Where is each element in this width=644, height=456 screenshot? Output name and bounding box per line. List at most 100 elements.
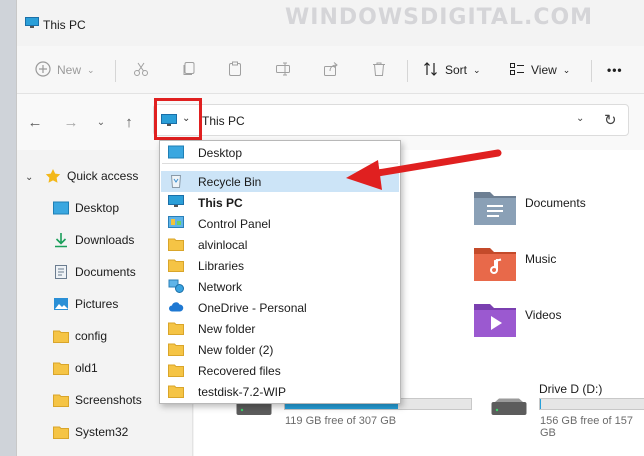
sidebar-item-label: Quick access	[67, 169, 139, 183]
sidebar-item-label: Documents	[75, 265, 136, 279]
recent-locations-button[interactable]: ⌄	[91, 112, 111, 132]
network-icon	[168, 279, 184, 293]
folder-icon	[53, 360, 69, 376]
folder-documents[interactable]: Documents	[473, 188, 586, 229]
toolbar-divider	[591, 60, 592, 82]
view-list-icon	[509, 61, 525, 80]
videos-folder-icon	[473, 300, 517, 341]
folder-label: Music	[525, 251, 557, 266]
address-bar[interactable]: ⌄ This PC ⌄ ↻	[153, 104, 629, 136]
dropdown-item-desktop[interactable]: Desktop	[161, 142, 399, 163]
sidebar-item-label: Screenshots	[75, 393, 142, 407]
star-icon	[45, 168, 61, 184]
folder-music[interactable]: Music	[473, 244, 556, 285]
folder-icon	[168, 384, 184, 398]
pc-icon	[168, 195, 184, 209]
drive-icon	[491, 398, 527, 419]
pc-icon	[25, 17, 39, 32]
trash-icon	[371, 61, 387, 80]
window-title: This PC	[43, 18, 86, 32]
recycle-bin-icon	[168, 174, 184, 188]
sort-button[interactable]: Sort ⌄	[423, 58, 481, 82]
up-button[interactable]: ↑	[119, 112, 139, 132]
toolbar-divider	[115, 60, 116, 82]
delete-button[interactable]	[371, 58, 387, 82]
sort-label: Sort	[445, 63, 468, 77]
folder-icon	[168, 258, 184, 272]
cloud-icon	[168, 300, 184, 314]
drive-usage-fill	[540, 399, 542, 409]
chevron-down-icon: ⌄	[562, 64, 571, 75]
more-dots-icon: •••	[607, 63, 623, 77]
address-dropdown-button[interactable]: ⌄	[576, 113, 584, 124]
sidebar-item-label: Downloads	[75, 233, 135, 247]
dropdown-item-label: Recycle Bin	[198, 175, 262, 189]
more-options-button[interactable]: •••	[607, 58, 623, 82]
dropdown-item-onedrive[interactable]: OneDrive - Personal	[161, 297, 399, 318]
forward-button[interactable]: →	[61, 112, 81, 132]
desktop-folder-icon	[168, 145, 184, 159]
dropdown-item-label: Control Panel	[198, 217, 271, 231]
view-button[interactable]: View ⌄	[509, 58, 570, 82]
folder-label: Videos	[525, 307, 562, 322]
dropdown-divider	[162, 163, 398, 164]
dropdown-item-label: Recovered files	[198, 364, 281, 378]
arrow-right-icon: →	[63, 113, 79, 131]
drive-free-text: 156 GB free of 157 GB	[540, 415, 633, 439]
paste-button[interactable]	[227, 58, 243, 82]
new-button[interactable]: New ⌄	[35, 58, 95, 82]
drive-d[interactable]: Drive D (D:) 156 GB free of 157 GB	[489, 376, 644, 448]
clipboard-icon	[227, 61, 243, 80]
dropdown-item-label: alvinlocal	[198, 238, 248, 252]
dropdown-item-control-panel[interactable]: Control Panel	[161, 213, 399, 234]
scissors-icon	[133, 61, 149, 80]
dropdown-item-testdisk[interactable]: testdisk-7.2-WIP	[161, 381, 399, 402]
dropdown-item-new-folder[interactable]: New folder	[161, 318, 399, 339]
toolbar-divider	[407, 60, 408, 82]
dropdown-item-label: New folder (2)	[198, 343, 274, 357]
dropdown-item-label: New folder	[198, 322, 256, 336]
sidebar-item-label: old1	[75, 361, 98, 375]
dropdown-item-network[interactable]: Network	[161, 276, 399, 297]
desktop-folder-icon	[53, 200, 69, 216]
folder-icon	[168, 342, 184, 356]
sidebar-item-label: Pictures	[75, 297, 119, 311]
dropdown-item-this-pc[interactable]: This PC	[161, 192, 399, 213]
sidebar-item-label: System32	[75, 425, 129, 439]
copy-button[interactable]	[181, 58, 197, 82]
dropdown-item-recovered-files[interactable]: Recovered files	[161, 360, 399, 381]
dropdown-item-new-folder-2[interactable]: New folder (2)	[161, 339, 399, 360]
folder-videos[interactable]: Videos	[473, 300, 561, 341]
back-button[interactable]: ←	[25, 112, 45, 132]
arrow-left-icon: ←	[27, 113, 43, 131]
chevron-down-icon: ⌄	[87, 64, 95, 75]
dropdown-item-label: Network	[198, 280, 243, 294]
dropdown-item-alvinlocal[interactable]: alvinlocal	[161, 234, 399, 255]
sidebar-item-label: Desktop	[75, 201, 120, 215]
documents-folder-icon	[473, 188, 517, 229]
drive-usage-bar	[539, 398, 644, 410]
download-arrow-icon	[53, 232, 69, 248]
drive-free-text: 119 GB free of 307 GB	[285, 415, 397, 427]
sidebar-item-system32[interactable]: System32	[17, 418, 193, 446]
command-bar: New ⌄ Sort ⌄ View ⌄ •••	[17, 46, 644, 94]
folder-label: Documents	[525, 195, 586, 210]
pictures-icon	[53, 296, 69, 312]
dropdown-item-label: testdisk-7.2-WIP	[198, 385, 287, 399]
refresh-icon[interactable]: ↻	[604, 111, 617, 129]
rename-button[interactable]	[275, 58, 291, 82]
folder-icon	[53, 392, 69, 408]
address-path[interactable]: This PC	[202, 114, 245, 128]
dropdown-item-recycle-bin[interactable]: Recycle Bin	[161, 171, 399, 192]
title-bar: This PC WINDOWSDIGITAL.COM	[17, 0, 644, 46]
location-dropdown: Desktop Recycle Bin This PC Control Pane…	[159, 140, 401, 404]
watermark: WINDOWSDIGITAL.COM	[285, 5, 594, 30]
share-button[interactable]	[323, 58, 339, 82]
dropdown-item-libraries[interactable]: Libraries	[161, 255, 399, 276]
cut-button[interactable]	[133, 58, 149, 82]
sort-arrows-icon	[423, 61, 439, 80]
copy-icon	[181, 61, 197, 80]
dropdown-item-label: Desktop	[198, 146, 243, 160]
dropdown-item-label: This PC	[198, 196, 243, 210]
drive-name: Drive D (D:)	[539, 382, 603, 396]
